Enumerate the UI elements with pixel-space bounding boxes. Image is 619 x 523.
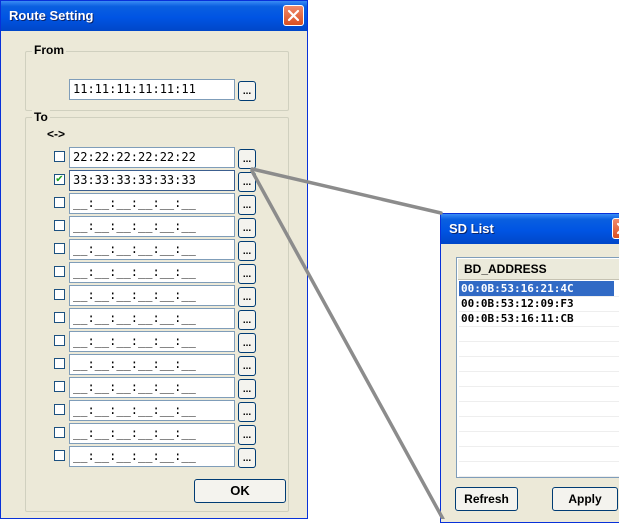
route-setting-titlebar[interactable]: Route Setting bbox=[1, 1, 307, 31]
sd-list-window: SD List BD_ADDRESS 00:0B:53:16:21:4C 00:0… bbox=[440, 213, 619, 523]
to-row-checkbox[interactable]: ✔ bbox=[54, 174, 65, 185]
to-row-checkbox[interactable] bbox=[54, 312, 65, 323]
bd-address-list-item[interactable]: 00:0B:53:16:11:CB bbox=[459, 311, 614, 326]
to-address-field[interactable]: __:__:__:__:__:__ bbox=[69, 446, 235, 467]
list-gridline bbox=[459, 476, 619, 477]
to-browse-button[interactable]: ... bbox=[238, 310, 256, 330]
list-gridline bbox=[459, 416, 619, 417]
to-address-field[interactable]: __:__:__:__:__:__ bbox=[69, 308, 235, 329]
list-gridline bbox=[459, 356, 619, 357]
to-address-field[interactable]: __:__:__:__:__:__ bbox=[69, 216, 235, 237]
apply-button[interactable]: Apply bbox=[552, 487, 618, 511]
to-browse-button[interactable]: ... bbox=[238, 218, 256, 238]
to-address-field[interactable]: __:__:__:__:__:__ bbox=[69, 354, 235, 375]
to-address-field[interactable]: __:__:__:__:__:__ bbox=[69, 262, 235, 283]
to-row-checkbox[interactable] bbox=[54, 427, 65, 438]
bd-address-listbox[interactable]: BD_ADDRESS 00:0B:53:16:21:4C 00:0B:53:12:… bbox=[456, 257, 619, 478]
to-browse-button[interactable]: ... bbox=[238, 172, 256, 192]
direction-label: <-> bbox=[47, 127, 66, 141]
to-address-field[interactable]: 33:33:33:33:33:33 bbox=[69, 170, 235, 191]
to-row-checkbox[interactable] bbox=[54, 220, 65, 231]
sd-list-title: SD List bbox=[449, 221, 494, 236]
to-row-checkbox[interactable] bbox=[54, 289, 65, 300]
to-browse-button[interactable]: ... bbox=[238, 379, 256, 399]
list-gridline bbox=[459, 431, 619, 432]
to-row-checkbox[interactable] bbox=[54, 358, 65, 369]
from-browse-button[interactable]: ... bbox=[238, 81, 256, 101]
list-gridline bbox=[459, 446, 619, 447]
route-setting-window: Route Setting From 11:11:11:11:11:11 ...… bbox=[0, 0, 308, 519]
to-browse-button[interactable]: ... bbox=[238, 264, 256, 284]
to-row-checkbox[interactable] bbox=[54, 243, 65, 254]
to-browse-button[interactable]: ... bbox=[238, 287, 256, 307]
list-gridline bbox=[459, 386, 619, 387]
to-browse-button[interactable]: ... bbox=[238, 356, 256, 376]
refresh-button[interactable]: Refresh bbox=[455, 487, 518, 511]
list-gridline bbox=[459, 371, 619, 372]
to-address-field[interactable]: __:__:__:__:__:__ bbox=[69, 331, 235, 352]
to-browse-button[interactable]: ... bbox=[238, 333, 256, 353]
to-row-checkbox[interactable] bbox=[54, 197, 65, 208]
bd-address-list-item[interactable]: 00:0B:53:12:09:F3 bbox=[459, 296, 614, 311]
to-row-checkbox[interactable] bbox=[54, 381, 65, 392]
to-address-field[interactable]: __:__:__:__:__:__ bbox=[69, 423, 235, 444]
to-browse-button[interactable]: ... bbox=[238, 149, 256, 169]
to-row-checkbox[interactable] bbox=[54, 266, 65, 277]
sd-list-close-button[interactable] bbox=[612, 218, 619, 239]
sd-list-titlebar[interactable]: SD List bbox=[441, 214, 619, 244]
to-browse-button[interactable]: ... bbox=[238, 448, 256, 468]
close-icon bbox=[287, 9, 300, 22]
to-browse-button[interactable]: ... bbox=[238, 195, 256, 215]
to-browse-button[interactable]: ... bbox=[238, 425, 256, 445]
to-browse-button[interactable]: ... bbox=[238, 402, 256, 422]
bd-address-list-item[interactable]: 00:0B:53:16:21:4C bbox=[459, 281, 614, 296]
to-row-checkbox[interactable] bbox=[54, 404, 65, 415]
from-label: From bbox=[32, 43, 66, 57]
to-address-field[interactable]: 22:22:22:22:22:22 bbox=[69, 147, 235, 168]
to-address-field[interactable]: __:__:__:__:__:__ bbox=[69, 285, 235, 306]
to-browse-button[interactable]: ... bbox=[238, 241, 256, 261]
to-row-checkbox[interactable] bbox=[54, 450, 65, 461]
to-address-field[interactable]: __:__:__:__:__:__ bbox=[69, 377, 235, 398]
to-row-checkbox[interactable] bbox=[54, 151, 65, 162]
to-label: To bbox=[32, 110, 50, 124]
list-gridline bbox=[459, 401, 619, 402]
bd-address-column-header[interactable]: BD_ADDRESS bbox=[458, 259, 619, 280]
to-address-field[interactable]: __:__:__:__:__:__ bbox=[69, 239, 235, 260]
to-address-field[interactable]: __:__:__:__:__:__ bbox=[69, 400, 235, 421]
list-gridline bbox=[459, 461, 619, 462]
to-address-field[interactable]: __:__:__:__:__:__ bbox=[69, 193, 235, 214]
from-address-field[interactable]: 11:11:11:11:11:11 bbox=[69, 79, 235, 100]
close-button[interactable] bbox=[283, 5, 304, 26]
ok-button[interactable]: OK bbox=[194, 479, 286, 503]
list-gridline bbox=[459, 326, 619, 327]
list-gridline bbox=[459, 341, 619, 342]
to-row-checkbox[interactable] bbox=[54, 335, 65, 346]
window-title: Route Setting bbox=[9, 8, 94, 23]
